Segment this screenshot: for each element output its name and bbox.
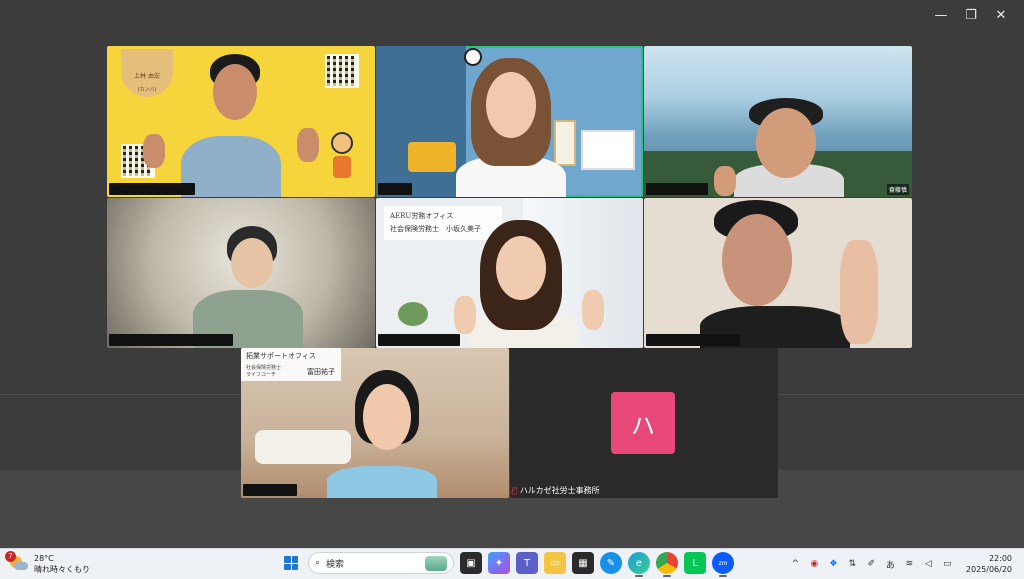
ime-indicator[interactable]: あ	[884, 558, 897, 571]
qr-code	[325, 54, 359, 88]
restore-button[interactable]: ❐	[956, 6, 986, 24]
participant-name-bar	[378, 183, 412, 195]
line-icon[interactable]: L	[684, 552, 706, 574]
search-highlight-icon	[425, 556, 447, 571]
edge-icon[interactable]: e	[628, 552, 650, 577]
photos-icon[interactable]: ✎	[600, 552, 622, 574]
taskbar: 7 28°C 晴れ時々くもり ⌕ 検索 ▣ ✦ T ▭ ▦ ✎ e L zm ^…	[0, 548, 1024, 579]
participant-name-bar	[378, 334, 460, 346]
dropbox-icon[interactable]: ❖	[827, 559, 840, 569]
clock-date: 2025/06/20	[965, 565, 1012, 574]
network-activity-icon[interactable]: ⇅	[846, 559, 859, 569]
participant-name-bar	[646, 334, 740, 346]
weather-partly-cloudy-icon: 7	[5, 551, 28, 574]
clock-time: 22:00	[988, 554, 1012, 563]
video-tile-1[interactable]: 上林 由宏 (カンバ)	[107, 46, 375, 197]
minimize-button[interactable]: —	[926, 6, 956, 24]
taskbar-apps: ⌕ 検索 ▣ ✦ T ▭ ▦ ✎ e L zm	[280, 552, 734, 577]
task-view-icon[interactable]: ▣	[460, 552, 482, 574]
close-button[interactable]: ✕	[986, 6, 1016, 24]
store-icon[interactable]: ▦	[572, 552, 594, 574]
teams-icon[interactable]: T	[516, 552, 538, 574]
chevron-up-icon[interactable]: ^	[789, 559, 802, 569]
chrome-icon[interactable]	[656, 552, 678, 577]
pen-icon[interactable]: ✐	[865, 559, 878, 569]
video-tile-2-active-speaker[interactable]	[376, 46, 643, 197]
badge-title: 上林 由宏	[134, 73, 160, 80]
cupcake-poster	[581, 130, 635, 170]
video-tile-8-camera-off[interactable]: ハ 🎙̸ ハルカゼ社労士事務所	[510, 348, 778, 498]
participant-name-bar	[646, 183, 708, 195]
participant-avatar: ハ	[611, 392, 675, 454]
yellow-chair	[408, 142, 456, 172]
battery-icon[interactable]: ▭	[941, 559, 954, 569]
weather-condition: 晴れ時々くもり	[34, 565, 90, 574]
video-tile-6[interactable]	[644, 198, 912, 348]
participant-name-label: 齋藤慎	[886, 184, 909, 195]
zoom-icon[interactable]: zm	[712, 552, 734, 577]
weather-widget[interactable]: 7 28°C 晴れ時々くもり	[5, 551, 90, 575]
video-tile-3[interactable]: 齋藤慎	[644, 46, 912, 197]
video-tile-4[interactable]	[107, 198, 375, 348]
sofa	[255, 430, 351, 464]
mic-muted-icon: 🎙̸	[512, 486, 517, 495]
participant-name-bar	[109, 183, 195, 195]
taskbar-search[interactable]: ⌕ 検索	[308, 552, 454, 574]
participant-name-bar	[243, 484, 297, 496]
cartoon-mascot	[329, 132, 355, 184]
antivirus-icon[interactable]: ◉	[808, 559, 821, 569]
start-button[interactable]	[280, 552, 302, 574]
weather-temp: 28°C	[34, 554, 54, 563]
virtual-background-sign: 拓業サポートオフィス 社会保険労務士 ライフコーチ 富田祐子	[241, 348, 341, 381]
wifi-icon[interactable]: ≋	[903, 559, 916, 569]
sign-line-1: AERU労務オフィス	[390, 212, 454, 220]
plant	[398, 302, 428, 326]
video-tile-5[interactable]: AERU労務オフィス 社会保険労務士 小坂久美子	[376, 198, 643, 348]
participant-name: ハルカゼ社労士事務所	[519, 486, 600, 495]
search-placeholder: 検索	[326, 559, 345, 570]
virtual-background-badge: 上林 由宏 (カンバ)	[121, 49, 173, 97]
file-explorer-icon[interactable]: ▭	[544, 552, 566, 574]
video-tile-7[interactable]: 拓業サポートオフィス 社会保険労務士 ライフコーチ 富田祐子	[241, 348, 509, 498]
search-icon: ⌕	[315, 558, 321, 568]
volume-icon[interactable]: ◁	[922, 559, 935, 569]
copilot-icon[interactable]: ✦	[488, 552, 510, 574]
participant-name-bar	[109, 334, 233, 346]
wall-clock-icon	[464, 48, 482, 66]
system-tray: ^ ◉ ❖ ⇅ ✐ あ ≋ ◁ ▭ 22:00 2025/06/20	[789, 553, 1012, 575]
sign-line-1: 拓業サポートオフィス	[246, 352, 316, 360]
sign-line-2: 社会保険労務士 小坂久美子	[390, 225, 481, 233]
sign-name: 富田祐子	[307, 368, 335, 376]
notification-badge: 7	[5, 551, 16, 562]
badge-subtitle: (カンバ)	[137, 87, 157, 93]
virtual-background-sign: AERU労務オフィス 社会保険労務士 小坂久美子	[384, 206, 502, 240]
clock[interactable]: 22:00 2025/06/20	[966, 553, 1012, 575]
window-controls: — ❐ ✕	[926, 6, 1016, 24]
avatar-letter: ハ	[631, 411, 655, 440]
participant-name-label: 🎙̸ ハルカゼ社労士事務所	[512, 485, 600, 496]
wall-frame	[554, 120, 576, 166]
